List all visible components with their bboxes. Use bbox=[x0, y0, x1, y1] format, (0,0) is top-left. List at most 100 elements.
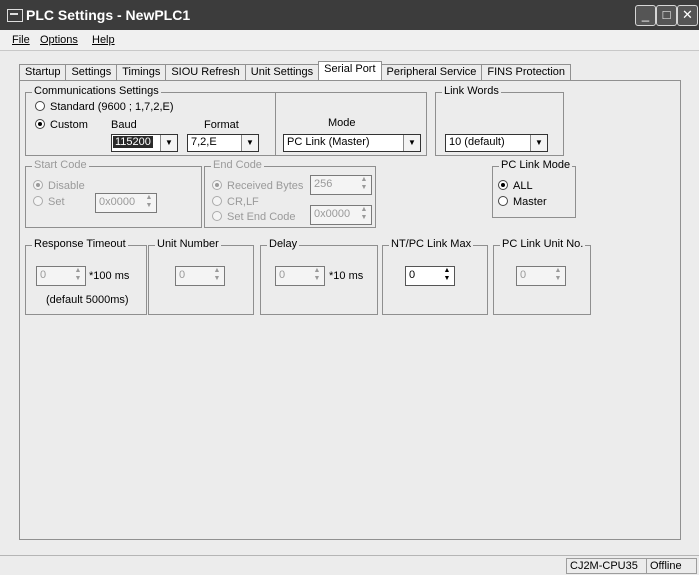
format-value: 7,2,E bbox=[191, 136, 217, 148]
menu-bar: File Options Help bbox=[0, 30, 699, 51]
link-words-value: 10 (default) bbox=[449, 136, 505, 148]
crlf-label: CR,LF bbox=[227, 196, 259, 208]
nt-pc-link-max-legend: NT/PC Link Max bbox=[389, 238, 474, 250]
end-code-legend: End Code bbox=[211, 159, 264, 171]
baud-label: Baud bbox=[111, 119, 137, 131]
title-bar: PLC Settings - NewPLC1 _ □ ✕ bbox=[0, 0, 699, 30]
start-code-value: 0x0000 bbox=[99, 196, 136, 208]
status-bar: CJ2M-CPU35 Offline bbox=[0, 555, 699, 575]
radio-on-icon bbox=[498, 180, 508, 190]
master-label: Master bbox=[513, 196, 547, 208]
all-radio[interactable]: ALL bbox=[498, 180, 533, 192]
response-timeout-group: Response Timeout 0 ▲ ▼ *100 ms (default 5… bbox=[25, 238, 147, 315]
app-icon bbox=[7, 9, 23, 22]
link-words-legend: Link Words bbox=[442, 85, 501, 97]
status-cpu: CJ2M-CPU35 bbox=[566, 558, 647, 574]
all-label: ALL bbox=[513, 180, 533, 192]
end-code-spinner: 0x0000 ▲ ▼ bbox=[310, 205, 372, 225]
delay-group: Delay 0 ▲ ▼ *10 ms bbox=[260, 238, 378, 315]
delay-unit: *10 ms bbox=[329, 270, 364, 282]
pc-link-mode-group: PC Link Mode ALL Master bbox=[492, 159, 576, 218]
tab-startup[interactable]: Startup bbox=[19, 64, 67, 80]
set-end-code-radio: Set End Code bbox=[212, 211, 296, 223]
pc-link-unit-no-spinner: 0 ▲ ▼ bbox=[516, 266, 566, 286]
mode-select[interactable]: PC Link (Master) ▼ bbox=[283, 134, 421, 152]
dropdown-arrow-icon[interactable]: ▼ bbox=[530, 135, 547, 151]
delay-spinner: 0 ▲ ▼ bbox=[275, 266, 325, 286]
delay-value: 0 bbox=[279, 269, 286, 281]
start-code-group: Start Code Disable Set 0x0000 ▲ ▼ bbox=[25, 159, 202, 228]
mode-label: Mode bbox=[328, 117, 356, 129]
unit-number-value: 0 bbox=[179, 269, 186, 281]
mode-group: Mode PC Link (Master) ▼ bbox=[275, 92, 427, 156]
pc-link-mode-legend: PC Link Mode bbox=[499, 159, 573, 171]
set-end-code-label: Set End Code bbox=[227, 211, 296, 223]
response-timeout-value: 0 bbox=[40, 269, 47, 281]
tab-settings[interactable]: Settings bbox=[65, 64, 118, 80]
menu-help[interactable]: Help bbox=[92, 34, 115, 46]
received-bytes-radio: Received Bytes bbox=[212, 180, 303, 192]
delay-legend: Delay bbox=[267, 238, 300, 250]
menu-file[interactable]: File bbox=[12, 34, 30, 46]
minimize-button[interactable]: _ bbox=[635, 5, 656, 26]
response-timeout-note: (default 5000ms) bbox=[46, 294, 129, 306]
baud-select[interactable]: 115200 ▼ bbox=[111, 134, 178, 152]
start-code-legend: Start Code bbox=[32, 159, 89, 171]
response-timeout-unit: *100 ms bbox=[89, 270, 130, 282]
status-mode: Offline bbox=[646, 558, 697, 574]
radio-on-icon bbox=[35, 119, 45, 129]
pc-link-unit-no-legend: PC Link Unit No. bbox=[500, 238, 586, 250]
radio-off-icon bbox=[498, 196, 508, 206]
spinner-arrows-icon: ▲ ▼ bbox=[360, 206, 368, 221]
standard-label: Standard (9600 ; 1,7,2,E) bbox=[50, 101, 174, 113]
start-disable-radio: Disable bbox=[33, 180, 85, 192]
start-code-spinner: 0x0000 ▲ ▼ bbox=[95, 193, 157, 213]
tab-serial-port[interactable]: Serial Port bbox=[318, 61, 382, 80]
mode-value: PC Link (Master) bbox=[287, 136, 370, 148]
window-title: PLC Settings - NewPLC1 bbox=[26, 7, 191, 23]
spinner-arrows-icon[interactable]: ▲ ▼ bbox=[440, 267, 454, 285]
tab-fins-protection[interactable]: FINS Protection bbox=[481, 64, 572, 80]
baud-value: 115200 bbox=[113, 136, 153, 148]
custom-radio[interactable]: Custom bbox=[35, 119, 88, 131]
menu-options[interactable]: Options bbox=[40, 34, 78, 46]
format-select[interactable]: 7,2,E ▼ bbox=[187, 134, 259, 152]
response-timeout-legend: Response Timeout bbox=[32, 238, 128, 250]
spinner-arrows-icon: ▲ ▼ bbox=[313, 267, 321, 282]
communications-settings-legend: Communications Settings bbox=[32, 85, 161, 97]
pc-link-unit-no-group: PC Link Unit No. 0 ▲ ▼ bbox=[493, 238, 591, 315]
spinner-arrows-icon: ▲ ▼ bbox=[74, 267, 82, 282]
standard-radio[interactable]: Standard (9600 ; 1,7,2,E) bbox=[35, 101, 174, 113]
spinner-arrows-icon: ▲ ▼ bbox=[213, 267, 221, 282]
dropdown-arrow-icon[interactable]: ▼ bbox=[160, 135, 177, 151]
dropdown-arrow-icon[interactable]: ▼ bbox=[241, 135, 258, 151]
received-bytes-label: Received Bytes bbox=[227, 180, 304, 192]
start-set-label: Set bbox=[48, 196, 65, 208]
close-button[interactable]: ✕ bbox=[677, 5, 698, 26]
tab-timings[interactable]: Timings bbox=[116, 64, 167, 80]
nt-pc-link-max-spinner[interactable]: 0 ▲ ▼ bbox=[405, 266, 455, 286]
link-words-select[interactable]: 10 (default) ▼ bbox=[445, 134, 548, 152]
master-radio[interactable]: Master bbox=[498, 196, 547, 208]
start-set-radio: Set bbox=[33, 196, 65, 208]
tab-peripheral-service[interactable]: Peripheral Service bbox=[380, 64, 483, 80]
nt-pc-link-max-value: 0 bbox=[409, 269, 416, 281]
maximize-button[interactable]: □ bbox=[656, 5, 677, 26]
unit-number-group: Unit Number 0 ▲ ▼ bbox=[148, 238, 254, 315]
radio-off-icon bbox=[35, 101, 45, 111]
custom-label: Custom bbox=[50, 119, 88, 131]
radio-off-icon bbox=[33, 196, 43, 206]
spinner-arrows-icon: ▲ ▼ bbox=[360, 176, 368, 191]
spinner-arrows-icon: ▲ ▼ bbox=[554, 267, 562, 282]
response-timeout-spinner: 0 ▲ ▼ bbox=[36, 266, 86, 286]
tab-unit-settings[interactable]: Unit Settings bbox=[244, 64, 320, 80]
format-label: Format bbox=[204, 119, 239, 131]
nt-pc-link-max-group: NT/PC Link Max 0 ▲ ▼ bbox=[382, 238, 488, 315]
radio-on-icon bbox=[33, 180, 43, 190]
spinner-arrows-icon: ▲ ▼ bbox=[145, 194, 153, 209]
start-disable-label: Disable bbox=[48, 180, 85, 192]
end-code-value: 0x0000 bbox=[314, 208, 351, 220]
dropdown-arrow-icon[interactable]: ▼ bbox=[403, 135, 420, 151]
tab-siou-refresh[interactable]: SIOU Refresh bbox=[165, 64, 246, 80]
received-bytes-spinner: 256 ▲ ▼ bbox=[310, 175, 372, 195]
